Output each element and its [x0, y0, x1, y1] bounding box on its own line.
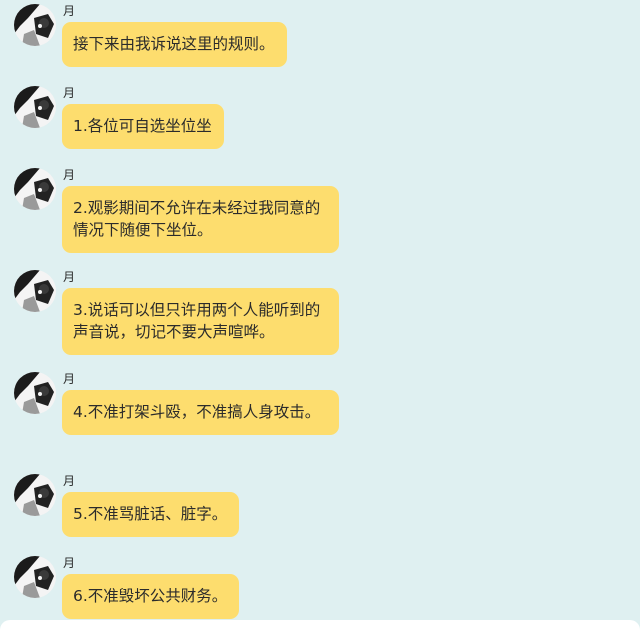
avatar[interactable] [14, 270, 56, 312]
sender-name: 月 [63, 4, 76, 18]
avatar[interactable] [14, 474, 56, 516]
message-bubble[interactable]: 1.各位可自选坐位坐 [62, 104, 224, 149]
sender-name: 月 [63, 168, 76, 182]
message-bubble[interactable]: 2.观影期间不允许在未经过我同意的情况下随便下坐位。 [62, 186, 339, 253]
avatar[interactable] [14, 168, 56, 210]
message-bubble[interactable]: 6.不准毁坏公共财务。 [62, 574, 240, 619]
user-avatar-icon [14, 168, 56, 210]
user-avatar-icon [14, 556, 56, 598]
avatar[interactable] [14, 372, 56, 414]
message-bubble[interactable]: 5.不准骂脏话、脏字。 [62, 492, 240, 537]
sender-name: 月 [63, 474, 76, 488]
message-bubble[interactable]: 接下来由我诉说这里的规则。 [62, 22, 287, 67]
user-avatar-icon [14, 4, 56, 46]
chat-window: 月 接下来由我诉说这里的规则。 月 1.各位可自选坐位坐 月 2.观影期间不允许… [0, 0, 640, 640]
user-avatar-icon [14, 372, 56, 414]
user-avatar-icon [14, 474, 56, 516]
message-bubble[interactable]: 4.不准打架斗殴，不准搞人身攻击。 [62, 390, 339, 435]
avatar[interactable] [14, 556, 56, 598]
message-bubble[interactable]: 3.说话可以但只许用两个人能听到的声音说，切记不要大声喧哗。 [62, 288, 339, 355]
sender-name: 月 [63, 556, 76, 570]
sender-name: 月 [63, 372, 76, 386]
avatar[interactable] [14, 86, 56, 128]
user-avatar-icon [14, 270, 56, 312]
avatar[interactable] [14, 4, 56, 46]
user-avatar-icon [14, 86, 56, 128]
sender-name: 月 [63, 270, 76, 284]
sender-name: 月 [63, 86, 76, 100]
input-bar[interactable] [0, 620, 640, 640]
